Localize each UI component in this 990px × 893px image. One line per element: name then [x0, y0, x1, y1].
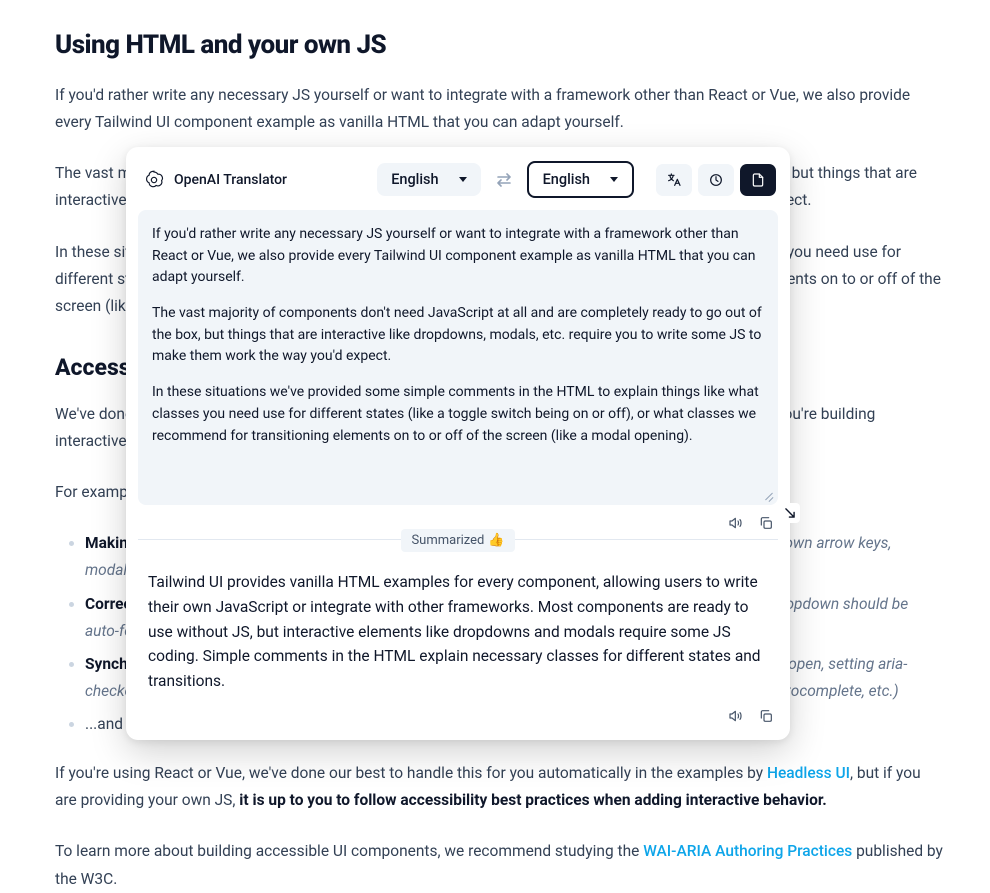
- swap-languages-button[interactable]: [495, 173, 513, 187]
- speak-output-button[interactable]: [728, 708, 744, 724]
- output-tools: [138, 698, 778, 726]
- paragraph: If you'd rather write any necessary JS y…: [55, 82, 944, 136]
- page-title: Using HTML and your own JS: [55, 30, 944, 60]
- summary-output: Tailwind UI provides vanilla HTML exampl…: [138, 552, 778, 698]
- summarize-mode-button[interactable]: [740, 164, 776, 196]
- popup-resize-handle[interactable]: [780, 503, 800, 523]
- paragraph: If you're using React or Vue, we've done…: [55, 760, 944, 814]
- copy-output-button[interactable]: [758, 708, 774, 724]
- app-brand-name: OpenAI Translator: [174, 172, 287, 188]
- source-textarea[interactable]: If you'd rather write any necessary JS y…: [138, 210, 778, 505]
- headless-ui-link[interactable]: Headless UI: [767, 764, 850, 782]
- app-brand: OpenAI Translator: [140, 170, 287, 190]
- textarea-resize-handle[interactable]: [764, 491, 774, 501]
- popup-header: OpenAI Translator English English: [138, 161, 778, 210]
- language-from-select[interactable]: English: [377, 163, 480, 196]
- status-badge-row: Summarized 👍: [138, 529, 778, 552]
- status-badge: Summarized 👍: [401, 529, 514, 552]
- chevron-down-icon: [610, 177, 618, 182]
- copy-source-button[interactable]: [758, 515, 774, 531]
- polish-mode-button[interactable]: [698, 164, 734, 196]
- speak-source-button[interactable]: [728, 515, 744, 531]
- translate-mode-button[interactable]: [656, 164, 692, 196]
- action-buttons: [656, 164, 776, 196]
- paragraph: To learn more about building accessible …: [55, 838, 944, 892]
- thumbs-up-icon: 👍: [488, 533, 504, 548]
- language-to-select[interactable]: English: [527, 161, 634, 198]
- chevron-down-icon: [459, 177, 467, 182]
- wai-aria-link[interactable]: WAI-ARIA Authoring Practices: [643, 842, 852, 860]
- translator-popup: OpenAI Translator English English: [126, 147, 790, 740]
- openai-logo-icon: [144, 170, 164, 190]
